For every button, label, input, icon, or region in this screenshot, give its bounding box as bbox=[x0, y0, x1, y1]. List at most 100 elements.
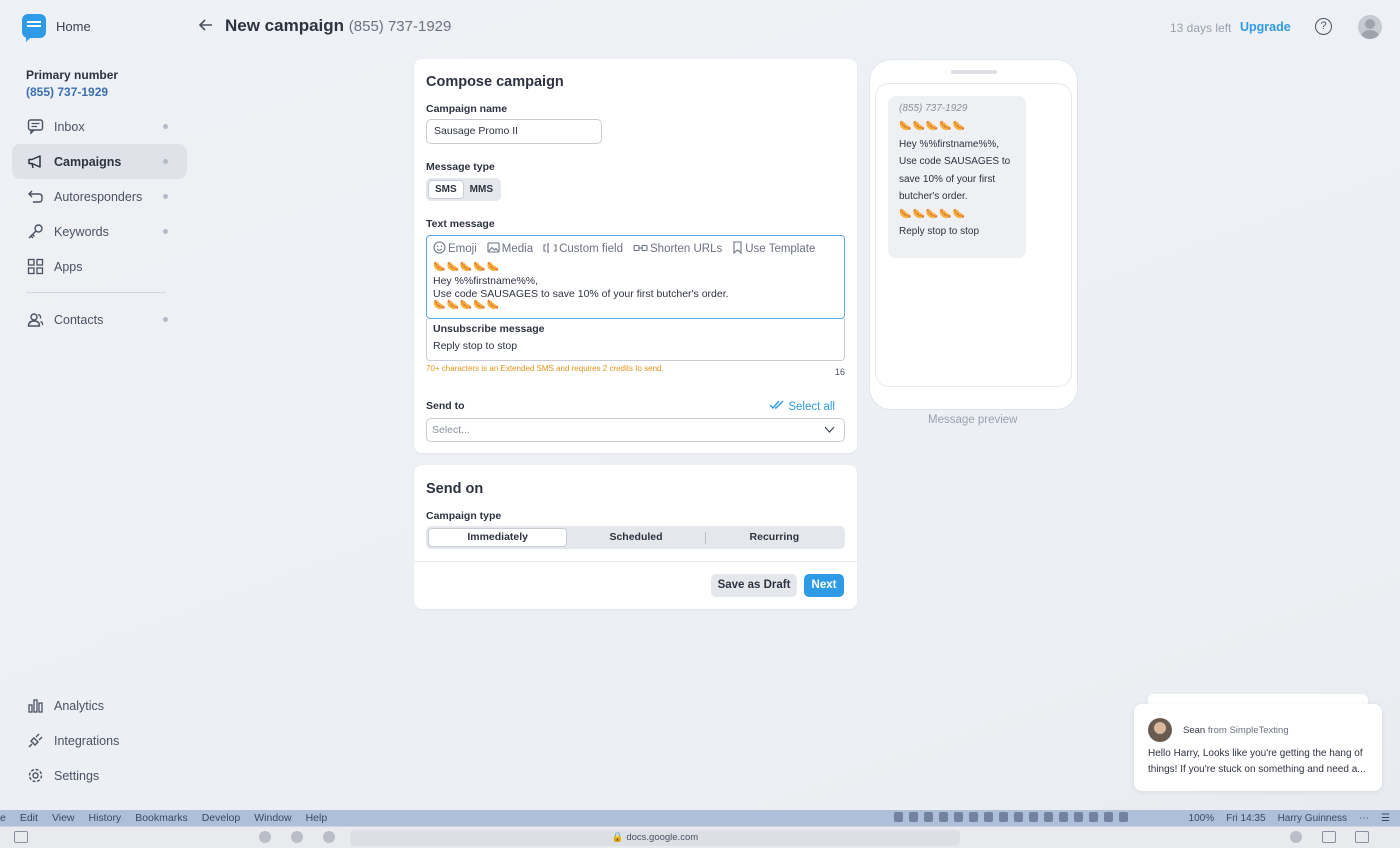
more-icon[interactable]: ⋯ bbox=[1359, 813, 1369, 824]
clock[interactable]: Fri 14:35 bbox=[1226, 813, 1265, 824]
menu-item-history[interactable]: History bbox=[89, 812, 122, 824]
campaign-name-input[interactable]: Sausage Promo II bbox=[426, 119, 602, 144]
sidebar-item-apps[interactable]: Apps bbox=[12, 249, 187, 284]
sidebar-item-keywords[interactable]: Keywords bbox=[12, 214, 187, 249]
share-icon[interactable] bbox=[1322, 831, 1336, 843]
sidebar-item-analytics[interactable]: Analytics bbox=[12, 688, 187, 723]
menu-item-edit[interactable]: Edit bbox=[20, 812, 38, 824]
sidebar-item-integrations[interactable]: Integrations bbox=[12, 723, 187, 758]
custom-field-button[interactable]: Custom field bbox=[543, 242, 623, 257]
message-body: 🌭🌭🌭🌭🌭 Hey %%firstname%%, Use code SAUSAG… bbox=[427, 258, 844, 317]
menu-item-view[interactable]: View bbox=[52, 812, 75, 824]
sidebar-bottom-nav: Analytics Integrations Settings bbox=[12, 688, 187, 793]
menu-item-bookmarks[interactable]: Bookmarks bbox=[135, 812, 188, 824]
shorten-urls-button[interactable]: Shorten URLs bbox=[633, 242, 722, 257]
campaign-type-label: Campaign type bbox=[426, 510, 502, 522]
menu-item-help[interactable]: Help bbox=[306, 812, 328, 824]
sidebar-item-inbox[interactable]: Inbox bbox=[12, 109, 187, 144]
app-icon[interactable] bbox=[954, 812, 963, 822]
chat-popup[interactable]: Sean from SimpleTexting Hello Harry, Loo… bbox=[1134, 704, 1382, 791]
avatar[interactable] bbox=[1358, 15, 1382, 39]
help-icon[interactable]: ? bbox=[1315, 18, 1332, 35]
app-icon[interactable] bbox=[969, 812, 978, 822]
unsubscribe-message-box[interactable]: Unsubscribe message Reply stop to stop bbox=[426, 319, 845, 361]
menu-item-window[interactable]: Window bbox=[254, 812, 291, 824]
privacy-shield-icon[interactable] bbox=[323, 831, 335, 843]
emoji-button[interactable]: Emoji bbox=[433, 241, 477, 257]
sidebar-item-label: Integrations bbox=[54, 733, 120, 748]
app-icon[interactable] bbox=[999, 812, 1008, 822]
app-icon[interactable] bbox=[1059, 812, 1068, 822]
sidebar-item-label: Contacts bbox=[54, 312, 104, 327]
sidebar-item-label: Settings bbox=[54, 768, 100, 783]
sidebar-item-label: Autoresponders bbox=[54, 189, 143, 204]
campaign-type-recurring[interactable]: Recurring bbox=[706, 528, 843, 547]
send-to-select[interactable]: Select... bbox=[426, 418, 845, 442]
use-template-button[interactable]: Use Template bbox=[732, 241, 815, 257]
simpletexting-logo-icon bbox=[22, 14, 46, 42]
app-icon[interactable] bbox=[1089, 812, 1098, 822]
plug-icon bbox=[26, 732, 44, 750]
primary-number-value[interactable]: (855) 737-1929 bbox=[26, 85, 118, 99]
app-icon[interactable] bbox=[1104, 812, 1113, 822]
campaign-type-immediately[interactable]: Immediately bbox=[428, 528, 568, 547]
app-icon[interactable] bbox=[909, 812, 918, 822]
message-line: 🌭🌭🌭🌭🌭 bbox=[433, 262, 501, 273]
menu-item-develop[interactable]: Develop bbox=[202, 812, 241, 824]
app-icon[interactable] bbox=[924, 812, 933, 822]
page-title-text: New campaign bbox=[225, 16, 345, 35]
preview-line: Hey %%firstname%%, bbox=[899, 138, 1000, 150]
sidebar-item-campaigns[interactable]: Campaigns bbox=[12, 144, 187, 179]
app-icon[interactable] bbox=[1014, 812, 1023, 822]
save-as-draft-button[interactable]: Save as Draft bbox=[711, 574, 797, 597]
menubar-right: 100% Fri 14:35 Harry Guinness ⋯ ☰ bbox=[1189, 813, 1390, 824]
battery-level[interactable]: 100% bbox=[1189, 813, 1215, 824]
url-text: docs.google.com bbox=[626, 832, 699, 843]
downloads-icon[interactable] bbox=[1290, 831, 1302, 843]
message-type-mms[interactable]: MMS bbox=[464, 180, 499, 199]
user-name[interactable]: Harry Guinness bbox=[1278, 813, 1347, 824]
select-all-button[interactable]: Select all bbox=[769, 400, 835, 413]
back-arrow-icon[interactable] bbox=[198, 17, 214, 38]
browser-toolbar: 🔒 docs.google.com bbox=[0, 826, 1400, 848]
sidebar-item-settings[interactable]: Settings bbox=[12, 758, 187, 793]
bar-chart-icon bbox=[26, 697, 44, 715]
media-button[interactable]: Media bbox=[487, 241, 533, 257]
app-icon[interactable] bbox=[1044, 812, 1053, 822]
address-bar[interactable]: 🔒 docs.google.com bbox=[350, 830, 960, 846]
preview-message-body: 🌭🌭🌭🌭🌭 Hey %%firstname%%, Use code SAUSAG… bbox=[899, 118, 1015, 241]
home-link[interactable]: Home bbox=[22, 14, 91, 42]
upgrade-link[interactable]: Upgrade bbox=[1240, 20, 1291, 34]
message-type-sms[interactable]: SMS bbox=[428, 180, 464, 199]
app-icon[interactable] bbox=[1074, 812, 1083, 822]
sidebar-toggle-icon[interactable] bbox=[14, 831, 28, 843]
extension-icon[interactable] bbox=[259, 831, 271, 843]
compose-title: Compose campaign bbox=[426, 74, 564, 90]
wifi-icon[interactable] bbox=[1119, 812, 1128, 822]
menu-item[interactable]: e bbox=[0, 812, 6, 824]
editor-toolbar: Emoji Media Custom field Shorten URLs Us… bbox=[427, 236, 844, 258]
dropbox-icon[interactable] bbox=[894, 812, 903, 822]
volume-icon[interactable] bbox=[1029, 812, 1038, 822]
message-editor[interactable]: Emoji Media Custom field Shorten URLs Us… bbox=[426, 235, 845, 319]
app-window: Home Primary number (855) 737-1929 Inbox… bbox=[0, 0, 1400, 810]
message-line: Hey %%firstname%%, bbox=[433, 274, 539, 287]
extension-icon[interactable] bbox=[291, 831, 303, 843]
tabs-overview-icon[interactable] bbox=[1355, 831, 1369, 843]
phone-screen: (855) 737-1929 🌭🌭🌭🌭🌭 Hey %%firstname%%, … bbox=[875, 83, 1072, 387]
sidebar-item-label: Campaigns bbox=[54, 154, 122, 169]
campaign-type-scheduled[interactable]: Scheduled bbox=[567, 528, 704, 547]
status-dot bbox=[163, 159, 168, 164]
list-icon[interactable]: ☰ bbox=[1381, 813, 1390, 824]
status-dot bbox=[163, 229, 168, 234]
sidebar-item-autoresponders[interactable]: Autoresponders bbox=[12, 179, 187, 214]
message-type-label: Message type bbox=[426, 161, 495, 173]
trial-days-left: 13 days left bbox=[1170, 21, 1232, 35]
app-icon[interactable] bbox=[939, 812, 948, 822]
app-icon[interactable] bbox=[984, 812, 993, 822]
message-line: Use code SAUSAGES to save 10% of your fi… bbox=[433, 287, 729, 300]
link-icon bbox=[633, 242, 648, 257]
next-button[interactable]: Next bbox=[804, 574, 844, 597]
reply-arrows-icon bbox=[26, 188, 44, 206]
sidebar-item-contacts[interactable]: Contacts bbox=[12, 302, 187, 337]
